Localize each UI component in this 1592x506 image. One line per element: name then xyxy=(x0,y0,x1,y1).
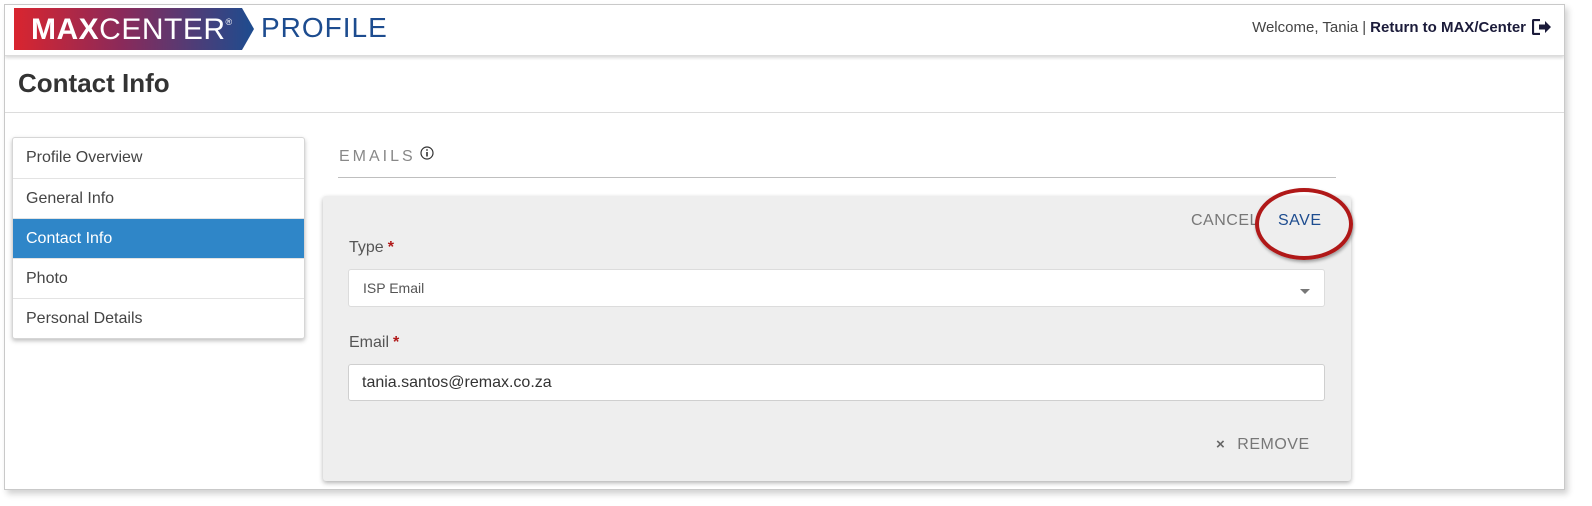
welcome-text: Welcome, Tania xyxy=(1252,19,1359,36)
section-heading-text: EMAILS xyxy=(339,148,416,165)
sidebar-item-profile-overview[interactable]: Profile Overview xyxy=(13,138,304,178)
return-link[interactable]: Return to MAX/Center xyxy=(1370,19,1526,36)
caret-down-icon xyxy=(1300,289,1310,294)
section-divider xyxy=(338,177,1336,178)
logo-center: CENTER xyxy=(99,13,226,46)
logo-text: MAXCENTER® xyxy=(31,13,233,47)
logo-registered-mark: ® xyxy=(225,17,233,27)
sign-out-icon[interactable] xyxy=(1531,18,1552,39)
required-marker: * xyxy=(387,239,394,256)
title-divider xyxy=(5,112,1564,113)
type-select-value: ISP Email xyxy=(363,280,425,296)
app-name: PROFILE xyxy=(261,12,388,43)
type-select[interactable]: ISP Email xyxy=(348,269,1325,307)
close-icon: × xyxy=(1216,436,1226,453)
logo-max: MAX xyxy=(31,13,100,46)
email-label-text: Email xyxy=(349,334,390,351)
user-area: Welcome, Tania | Return to MAX/Center xyxy=(1252,18,1552,39)
page-title: Contact Info xyxy=(18,68,170,98)
top-bar: MAXCENTER® PROFILE Welcome, Tania | Return… xyxy=(5,5,1564,56)
remove-button[interactable]: × REMOVE xyxy=(1216,436,1310,454)
sidebar-item-general-info[interactable]: General Info xyxy=(13,178,304,218)
maxcenter-logo[interactable]: MAXCENTER® xyxy=(14,8,254,50)
save-button[interactable]: SAVE xyxy=(1278,212,1322,230)
sidebar-item-photo[interactable]: Photo xyxy=(13,258,304,298)
email-edit-card: CANCEL SAVE Type* ISP Email Email* ×REMO… xyxy=(323,188,1353,481)
cancel-button[interactable]: CANCEL xyxy=(1191,212,1259,230)
type-label-text: Type xyxy=(349,239,384,256)
section-heading: EMAILS xyxy=(339,146,434,166)
side-nav: Profile Overview General Info Contact In… xyxy=(12,137,305,339)
remove-label: REMOVE xyxy=(1237,436,1310,453)
sidebar-item-personal-details[interactable]: Personal Details xyxy=(13,298,304,338)
email-label: Email * xyxy=(349,334,399,352)
sidebar-item-contact-info[interactable]: Contact Info xyxy=(13,218,304,258)
required-marker: * xyxy=(393,334,400,351)
app-window: MAXCENTER® PROFILE Welcome, Tania | Return… xyxy=(4,4,1565,490)
type-label: Type * xyxy=(349,239,394,257)
info-icon[interactable] xyxy=(420,146,434,165)
header-separator: | xyxy=(1362,19,1367,36)
email-field[interactable] xyxy=(348,364,1325,401)
